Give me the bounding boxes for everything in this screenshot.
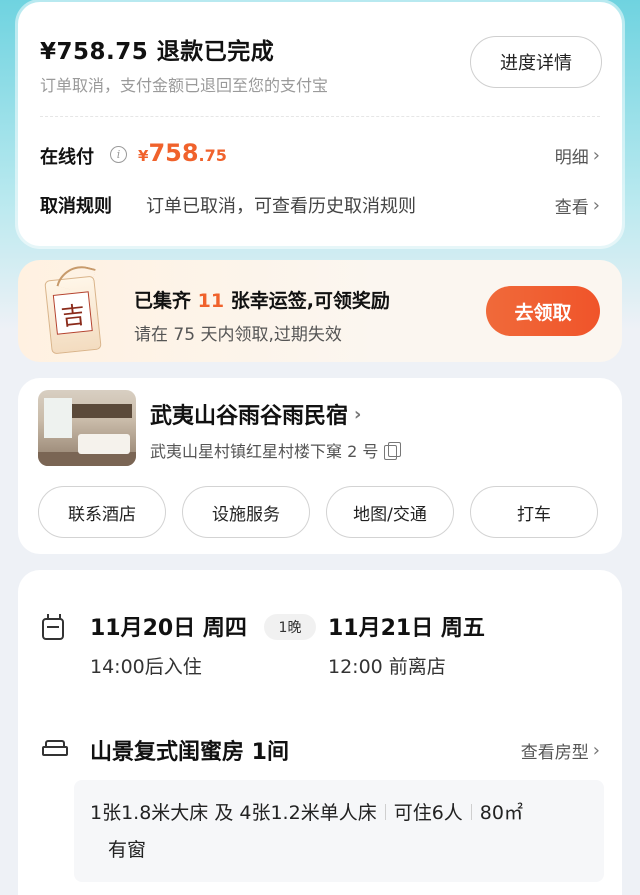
checkin-time: 14:00后入住 <box>90 656 202 678</box>
chevron-right-icon: › <box>592 195 600 216</box>
lucky-subtitle: 请在 75 天内领取,过期失效 <box>134 325 342 345</box>
stay-card: 11月20日 周四 1晚 11月21日 周五 14:00后入住 12:00 前离… <box>18 570 622 895</box>
thumb-loft <box>72 404 132 418</box>
thumb-window <box>44 398 72 438</box>
hotel-card: 武夷山谷雨谷雨民宿 › 武夷山星村镇红星村楼下窠 2 号 联系酒店 设施服务 地… <box>18 378 622 554</box>
room-window: 有窗 <box>108 839 147 861</box>
thumb-bed <box>78 434 130 454</box>
room-capacity: 可住6人 <box>393 802 463 824</box>
payment-detail-link[interactable]: 明细 › <box>555 143 600 168</box>
contact-hotel-button[interactable]: 联系酒店 <box>38 486 166 538</box>
chevron-right-icon: › <box>592 740 600 761</box>
copy-icon[interactable] <box>384 442 402 460</box>
claim-button[interactable]: 去领取 <box>486 286 600 336</box>
hotel-name-link[interactable]: 武夷山谷雨谷雨民宿 › <box>150 398 361 430</box>
lucky-charm-card: 吉 已集齐 11 张幸运签,可领奖励 请在 75 天内领取,过期失效 去领取 <box>18 260 622 362</box>
room-detail-box: 1张1.8米大床 及 4张1.2米单人床 可住6人 80㎡ 有窗 <box>74 780 604 882</box>
view-room-type-link[interactable]: 查看房型 › <box>521 738 600 763</box>
payment-detail-label: 明细 <box>554 148 589 168</box>
lucky-charm-icon: 吉 <box>44 260 102 355</box>
checkout-date: 11月21日 周五 <box>328 616 485 641</box>
hotel-thumbnail[interactable] <box>38 390 136 466</box>
separator <box>384 803 386 820</box>
cancel-rule-view-label: 查看 <box>554 198 589 218</box>
cancel-rule-view-link[interactable]: 查看 › <box>555 193 600 218</box>
hotel-address: 武夷山星村镇红星村楼下窠 2 号 <box>150 438 402 462</box>
lucky-count: 11 <box>197 290 225 312</box>
thumb-floor <box>38 452 136 466</box>
lucky-title: 已集齐 11 张幸运签,可领奖励 <box>134 286 390 313</box>
checkout-time: 12:00 前离店 <box>328 656 446 678</box>
chevron-right-icon: › <box>354 403 362 425</box>
info-icon[interactable]: i <box>110 146 127 163</box>
checkin-date: 11月20日 周四 <box>90 616 247 641</box>
price-decimal: .75 <box>198 146 227 165</box>
refund-subtitle: 订单取消，支付金额已退回至您的支付宝 <box>40 76 329 95</box>
online-pay-label: 在线付 <box>40 147 94 168</box>
room-name: 山景复式闺蜜房 1间 <box>90 740 289 765</box>
room-line-1: 1张1.8米大床 及 4张1.2米单人床 可住6人 80㎡ <box>90 798 588 825</box>
taxi-button[interactable]: 打车 <box>470 486 598 538</box>
refund-card: ¥758.75 退款已完成 订单取消，支付金额已退回至您的支付宝 进度详情 在线… <box>18 2 622 246</box>
payment-amount: ¥758.75 <box>138 139 227 167</box>
facilities-button[interactable]: 设施服务 <box>182 486 310 538</box>
lucky-title-pre: 已集齐 <box>134 290 198 312</box>
bed-icon-base <box>42 746 68 756</box>
calendar-icon <box>42 614 64 640</box>
price-currency: ¥ <box>138 147 149 165</box>
lucky-title-post: 张幸运签,可领奖励 <box>224 290 390 312</box>
hotel-actions: 联系酒店 设施服务 地图/交通 打车 <box>38 486 598 538</box>
nights-badge: 1晚 <box>264 614 316 640</box>
price-integer: 758 <box>148 139 199 167</box>
divider <box>40 116 600 117</box>
cancel-rule-label: 取消规则 <box>40 196 112 217</box>
progress-detail-button[interactable]: 进度详情 <box>470 36 602 88</box>
chevron-right-icon: › <box>592 145 600 166</box>
bed-icon <box>42 740 68 758</box>
view-room-type-label: 查看房型 <box>520 743 589 763</box>
refund-title: ¥758.75 退款已完成 <box>40 39 275 65</box>
map-transport-button[interactable]: 地图/交通 <box>326 486 454 538</box>
cancel-rule-desc: 订单已取消，可查看历史取消规则 <box>146 196 416 217</box>
hotel-name: 武夷山谷雨谷雨民宿 <box>150 404 349 429</box>
hotel-address-text: 武夷山星村镇红星村楼下窠 2 号 <box>150 442 379 461</box>
separator <box>470 803 472 820</box>
charm-string <box>56 260 96 295</box>
charm-character: 吉 <box>52 291 93 335</box>
room-area: 80㎡ <box>479 802 523 824</box>
room-beds: 1张1.8米大床 及 4张1.2米单人床 <box>90 802 377 824</box>
